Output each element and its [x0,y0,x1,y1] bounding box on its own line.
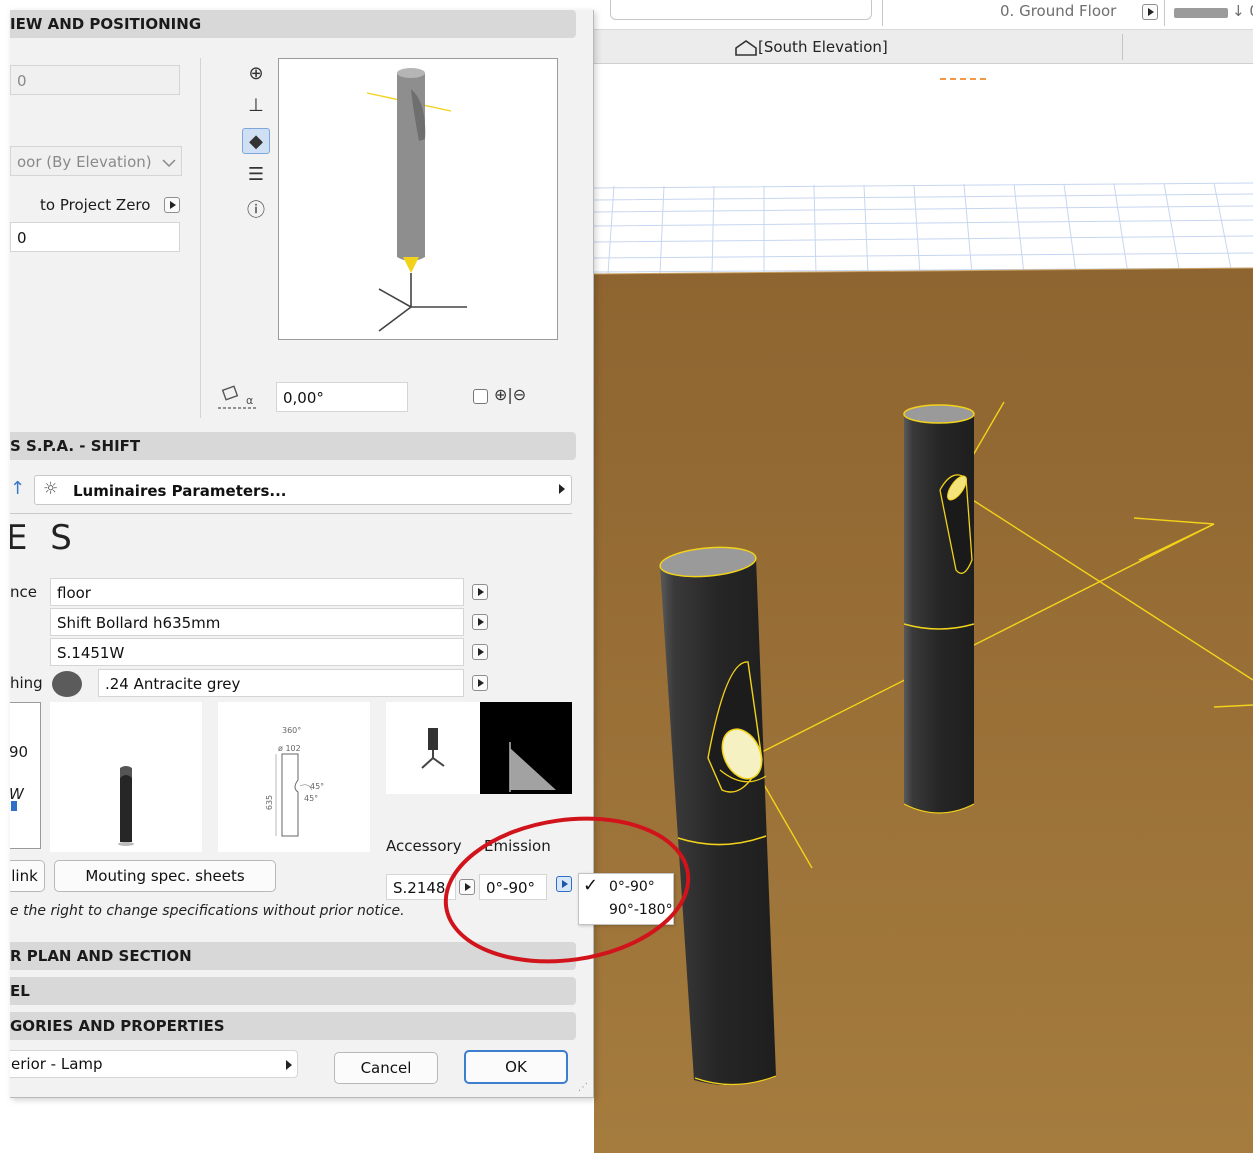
emission-label: Emission [484,837,551,855]
emission-option-label: 90°-180° [609,902,673,918]
emission-select[interactable]: 0°-90° [479,874,547,900]
link-button[interactable]: link [10,860,45,892]
technical-drawing-image [275,753,313,837]
rotation-angle-field[interactable]: 0,00° [276,382,408,412]
param-surface-field[interactable]: floor [50,578,464,606]
list-view-icon[interactable]: ☰ [242,162,270,188]
technical-drawing: 360° ø 102 635 45° 45° [218,702,370,852]
svg-text:α: α [246,394,253,407]
drawing-tilt-b-label: 45° [304,794,319,803]
param-finish-field[interactable]: .24 Antracite grey [98,669,464,697]
project-zero-arrow-button[interactable] [164,197,180,213]
bollard-photo-image [118,766,134,846]
3d-scene[interactable] [594,0,1253,1153]
section-model[interactable]: EL [10,977,576,1005]
chevron-down-icon [162,159,176,168]
mirror-checkbox[interactable] [473,389,488,404]
layer-select-value: erior - Lamp [11,1055,103,1073]
accessory-spike-image [421,728,445,769]
finish-color-swatch [52,671,82,697]
cancel-button[interactable]: Cancel [334,1052,438,1084]
specification-notice: e the right to change specifications wit… [10,903,405,919]
object-settings-dialog: IEW AND POSITIONING 0 oor (By Elevation)… [10,10,594,1098]
resize-grip-icon[interactable]: ⋰ [578,1082,588,1093]
emission-dropdown-menu[interactable]: ✓ 0°-90° 90°-180° [578,873,674,925]
3d-viewport[interactable]: 0. Ground Floor ↓ 0 [South Elevation] [594,0,1253,1153]
emission-image [480,702,572,794]
info-card: 90 W [10,702,41,849]
screenshot-root: 0. Ground Floor ↓ 0 [South Elevation] [0,0,1253,1153]
param-code-arrow[interactable] [472,644,488,660]
project-zero-field[interactable]: 0 [10,222,180,252]
param-code-field[interactable]: S.1451W [50,638,464,666]
drawing-diameter-label: ø 102 [278,744,301,753]
divider-line [10,513,572,514]
section-shift[interactable]: S S.P.A. - SHIFT [10,432,576,460]
3d-view-icon[interactable]: ◆ [242,128,270,154]
product-photo [50,702,202,852]
param-surface-arrow[interactable] [472,584,488,600]
drawing-height-label: 635 [265,794,275,811]
section-view-positioning[interactable]: IEW AND POSITIONING [10,10,576,38]
luminaires-parameters-label: Luminaires Parameters... [73,482,287,500]
light-cone-image [509,742,556,792]
checkmark-icon: ✓ [583,875,599,896]
section-plan-and-section[interactable]: R PLAN AND SECTION [10,942,576,970]
preview-divider [200,58,201,418]
layer-select[interactable]: erior - Lamp [10,1050,298,1078]
accessory-select[interactable]: S.2148 [386,874,456,900]
elevation-reference-value: oor (By Elevation) [17,153,152,171]
emission-arrow-button[interactable] [556,876,572,892]
mounting-spec-sheets-button[interactable]: Mouting spec. sheets [54,860,276,892]
header-large-label: E S [10,518,78,558]
accessory-arrow[interactable] [459,879,475,895]
emission-option-label: 0°-90° [609,879,655,895]
info-card-link-mark [11,801,17,811]
param-finish-arrow[interactable] [472,675,488,691]
bulb-icon: ☼ [43,479,59,499]
back-arrow-icon[interactable]: ↑ [10,478,25,499]
drawing-tilt-a-label: 45° [310,782,325,791]
section-categories-properties[interactable]: GORIES AND PROPERTIES [10,1012,576,1040]
hotspot-view-icon[interactable]: ⊕ [242,61,270,87]
param-label-surface: nce [10,583,37,601]
param-model-arrow[interactable] [472,614,488,630]
rotation-angle-icon: α [218,385,256,409]
triangle-right-icon [559,484,565,494]
bollard-back[interactable] [903,404,975,814]
emission-option-90-180[interactable]: 90°-180° [579,901,673,923]
param-model-field[interactable]: Shift Bollard h635mm [50,608,464,636]
scene-background [594,64,1253,274]
to-project-zero-label: to Project Zero [40,196,151,214]
luminaires-parameters-button[interactable]: ☼ Luminaires Parameters... [34,475,572,505]
accessory-label: Accessory [386,837,462,855]
elevation-reference-select[interactable]: oor (By Elevation) [10,146,182,176]
layer-arrow-icon [286,1060,292,1070]
info-card-line1: 90 [10,743,29,761]
accessory-image [386,702,480,794]
info-icon[interactable]: ⓘ [242,198,270,224]
ok-button[interactable]: OK [464,1050,568,1084]
mirror-icon: ⊕|⊖ [494,385,527,404]
3d-preview-box[interactable] [278,58,558,340]
section-view-icon[interactable]: ⊥ [242,93,270,119]
emission-option-0-90[interactable]: ✓ 0°-90° [579,875,673,900]
drawing-angle-label: 360° [282,726,302,735]
bollard-preview-drawing [366,68,467,332]
offset-field[interactable]: 0 [10,65,180,95]
param-label-finishing: hing [10,674,43,692]
